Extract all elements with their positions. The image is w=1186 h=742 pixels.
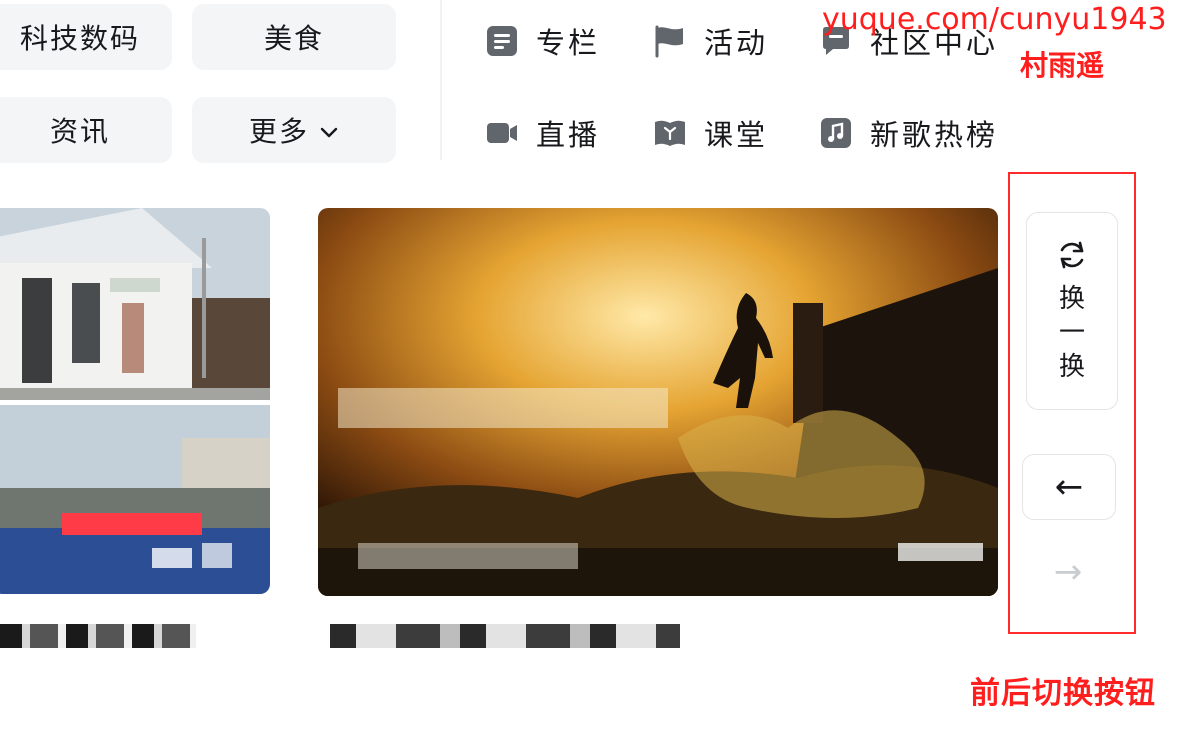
category-chip-news-label: 资讯 xyxy=(49,115,110,148)
music-note-icon xyxy=(818,115,854,151)
category-chip-tech-label: 科技数码 xyxy=(19,22,140,55)
flag-icon xyxy=(652,23,688,59)
arrow-left-icon: ← xyxy=(1054,467,1084,507)
video-card-thumbnail-left[interactable] xyxy=(0,208,270,594)
chevron-down-icon xyxy=(319,114,339,147)
nav-link-live-label: 直播 xyxy=(536,118,601,152)
thumbnail-image-left xyxy=(0,208,270,594)
category-chip-more[interactable]: 更多 xyxy=(192,97,396,163)
refresh-icon xyxy=(1055,238,1089,276)
video-title-left-redacted xyxy=(0,624,196,648)
annotation-caption: 前后切换按钮 xyxy=(970,676,1156,711)
next-button[interactable]: → xyxy=(1022,540,1114,604)
category-chip-food[interactable]: 美食 xyxy=(192,4,396,70)
video-camera-icon xyxy=(484,115,520,151)
nav-link-new-songs-label: 新歌热榜 xyxy=(870,118,999,152)
thumbnail-image-main xyxy=(318,208,998,596)
nav-divider xyxy=(440,0,442,160)
nav-link-activity[interactable]: 活动 xyxy=(652,20,768,62)
nav-link-column[interactable]: 专栏 xyxy=(484,20,600,62)
video-title-main-redacted xyxy=(330,624,680,648)
prev-button[interactable]: ← xyxy=(1022,454,1116,520)
nav-link-column-label: 专栏 xyxy=(536,26,601,60)
category-chip-tech[interactable]: 科技数码 xyxy=(0,4,172,70)
watermark-url: yuque.com/cunyu1943 xyxy=(822,2,1167,37)
video-card-thumbnail-main[interactable] xyxy=(318,208,998,596)
nav-link-activity-label: 活动 xyxy=(704,26,769,60)
refresh-button[interactable]: 换 一 换 xyxy=(1026,212,1118,410)
arrow-right-icon: → xyxy=(1053,552,1083,592)
watermark-author: 村雨遥 xyxy=(1020,49,1105,82)
nav-link-classroom[interactable]: 课堂 xyxy=(652,112,768,154)
category-chip-more-label: 更多 xyxy=(248,115,309,148)
book-icon xyxy=(652,115,688,151)
nav-link-new-songs[interactable]: 新歌热榜 xyxy=(818,112,998,154)
document-icon xyxy=(484,23,520,59)
refresh-button-label: 换 一 换 xyxy=(1058,284,1085,382)
category-chip-news[interactable]: 资讯 xyxy=(0,97,172,163)
nav-link-live[interactable]: 直播 xyxy=(484,112,600,154)
nav-link-classroom-label: 课堂 xyxy=(704,118,769,152)
category-chip-food-label: 美食 xyxy=(263,22,324,55)
